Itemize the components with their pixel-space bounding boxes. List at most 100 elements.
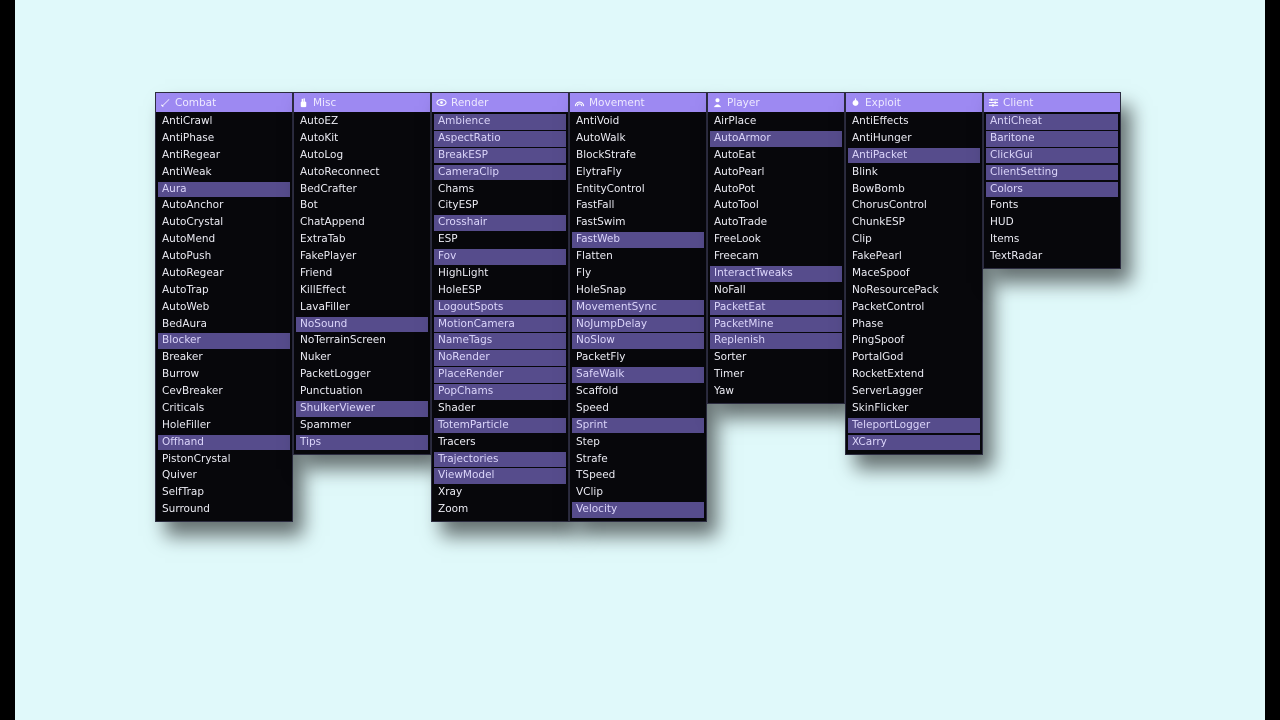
module-holeesp[interactable]: HoleESP bbox=[434, 283, 566, 299]
module-elytrafly[interactable]: ElytraFly bbox=[572, 165, 704, 181]
module-criticals[interactable]: Criticals bbox=[158, 401, 290, 417]
module-spammer[interactable]: Spammer bbox=[296, 418, 428, 434]
module-holefiller[interactable]: HoleFiller bbox=[158, 418, 290, 434]
module-flatten[interactable]: Flatten bbox=[572, 249, 704, 265]
panel-header[interactable]: Movement bbox=[570, 93, 706, 112]
module-punctuation[interactable]: Punctuation bbox=[296, 384, 428, 400]
module-cevbreaker[interactable]: CevBreaker bbox=[158, 384, 290, 400]
module-killeffect[interactable]: KillEffect bbox=[296, 283, 428, 299]
module-fakeplayer[interactable]: FakePlayer bbox=[296, 249, 428, 265]
module-antihunger[interactable]: AntiHunger bbox=[848, 131, 980, 147]
module-strafe[interactable]: Strafe bbox=[572, 452, 704, 468]
module-breaker[interactable]: Breaker bbox=[158, 350, 290, 366]
module-autowalk[interactable]: AutoWalk bbox=[572, 131, 704, 147]
module-autoez[interactable]: AutoEZ bbox=[296, 114, 428, 130]
module-quiver[interactable]: Quiver bbox=[158, 468, 290, 484]
module-placerender[interactable]: PlaceRender bbox=[434, 367, 566, 383]
module-noslow[interactable]: NoSlow bbox=[572, 333, 704, 350]
module-baritone[interactable]: Baritone bbox=[986, 130, 1118, 147]
module-packetfly[interactable]: PacketFly bbox=[572, 350, 704, 366]
module-viewmodel[interactable]: ViewModel bbox=[434, 468, 566, 485]
module-bedaura[interactable]: BedAura bbox=[158, 317, 290, 333]
module-clientsetting[interactable]: ClientSetting bbox=[986, 164, 1118, 181]
module-blocker[interactable]: Blocker bbox=[158, 333, 290, 350]
panel-header[interactable]: Player bbox=[708, 93, 844, 112]
module-xray[interactable]: Xray bbox=[434, 485, 566, 501]
module-breakesp[interactable]: BreakESP bbox=[434, 147, 566, 164]
panel-header[interactable]: Exploit bbox=[846, 93, 982, 112]
module-autoregear[interactable]: AutoRegear bbox=[158, 266, 290, 282]
panel-header[interactable]: Render bbox=[432, 93, 568, 112]
module-sorter[interactable]: Sorter bbox=[710, 350, 842, 366]
module-sprint[interactable]: Sprint bbox=[572, 417, 704, 434]
module-totemparticle[interactable]: TotemParticle bbox=[434, 417, 566, 434]
module-autolog[interactable]: AutoLog bbox=[296, 148, 428, 164]
module-chatappend[interactable]: ChatAppend bbox=[296, 215, 428, 231]
module-aura[interactable]: Aura bbox=[158, 181, 290, 198]
module-step[interactable]: Step bbox=[572, 435, 704, 451]
module-hud[interactable]: HUD bbox=[986, 215, 1118, 231]
module-friend[interactable]: Friend bbox=[296, 266, 428, 282]
module-fonts[interactable]: Fonts bbox=[986, 198, 1118, 214]
module-movementsync[interactable]: MovementSync bbox=[572, 299, 704, 316]
module-antieffects[interactable]: AntiEffects bbox=[848, 114, 980, 130]
module-freelook[interactable]: FreeLook bbox=[710, 232, 842, 248]
module-items[interactable]: Items bbox=[986, 232, 1118, 248]
module-phase[interactable]: Phase bbox=[848, 317, 980, 333]
module-autopearl[interactable]: AutoPearl bbox=[710, 165, 842, 181]
module-pingspoof[interactable]: PingSpoof bbox=[848, 333, 980, 349]
module-fakepearl[interactable]: FakePearl bbox=[848, 249, 980, 265]
module-autoeat[interactable]: AutoEat bbox=[710, 148, 842, 164]
module-nosound[interactable]: NoSound bbox=[296, 316, 428, 333]
module-popchams[interactable]: PopChams bbox=[434, 384, 566, 400]
module-logoutspots[interactable]: LogoutSpots bbox=[434, 299, 566, 316]
module-norender[interactable]: NoRender bbox=[434, 350, 566, 366]
module-autokit[interactable]: AutoKit bbox=[296, 131, 428, 147]
module-packetmine[interactable]: PacketMine bbox=[710, 316, 842, 333]
module-burrow[interactable]: Burrow bbox=[158, 367, 290, 383]
module-nuker[interactable]: Nuker bbox=[296, 350, 428, 366]
module-teleportlogger[interactable]: TeleportLogger bbox=[848, 417, 980, 434]
module-autoanchor[interactable]: AutoAnchor bbox=[158, 198, 290, 214]
module-tracers[interactable]: Tracers bbox=[434, 435, 566, 451]
module-timer[interactable]: Timer bbox=[710, 367, 842, 383]
module-autotool[interactable]: AutoTool bbox=[710, 198, 842, 214]
module-motioncamera[interactable]: MotionCamera bbox=[434, 316, 566, 333]
module-ambience[interactable]: Ambience bbox=[434, 114, 566, 130]
module-selftrap[interactable]: SelfTrap bbox=[158, 485, 290, 501]
module-esp[interactable]: ESP bbox=[434, 232, 566, 248]
module-colors[interactable]: Colors bbox=[986, 181, 1118, 198]
module-fov[interactable]: Fov bbox=[434, 249, 566, 265]
module-fastswim[interactable]: FastSwim bbox=[572, 215, 704, 231]
module-noresourcepack[interactable]: NoResourcePack bbox=[848, 283, 980, 299]
module-packetlogger[interactable]: PacketLogger bbox=[296, 367, 428, 383]
module-textradar[interactable]: TextRadar bbox=[986, 249, 1118, 265]
module-clip[interactable]: Clip bbox=[848, 232, 980, 248]
module-fastfall[interactable]: FastFall bbox=[572, 198, 704, 214]
module-speed[interactable]: Speed bbox=[572, 401, 704, 417]
module-chunkesp[interactable]: ChunkESP bbox=[848, 215, 980, 231]
module-yaw[interactable]: Yaw bbox=[710, 384, 842, 400]
module-lavafiller[interactable]: LavaFiller bbox=[296, 300, 428, 316]
module-automend[interactable]: AutoMend bbox=[158, 232, 290, 248]
module-surround[interactable]: Surround bbox=[158, 502, 290, 518]
module-tspeed[interactable]: TSpeed bbox=[572, 468, 704, 484]
module-xcarry[interactable]: XCarry bbox=[848, 434, 980, 451]
module-shulkerviewer[interactable]: ShulkerViewer bbox=[296, 400, 428, 417]
module-nofall[interactable]: NoFall bbox=[710, 283, 842, 299]
module-choruscontrol[interactable]: ChorusControl bbox=[848, 198, 980, 214]
module-cityesp[interactable]: CityESP bbox=[434, 198, 566, 214]
module-freecam[interactable]: Freecam bbox=[710, 249, 842, 265]
module-replenish[interactable]: Replenish bbox=[710, 333, 842, 350]
module-autoarmor[interactable]: AutoArmor bbox=[710, 130, 842, 147]
panel-header[interactable]: Client bbox=[984, 93, 1120, 112]
module-chams[interactable]: Chams bbox=[434, 182, 566, 198]
module-highlight[interactable]: HighLight bbox=[434, 266, 566, 282]
module-pistoncrystal[interactable]: PistonCrystal bbox=[158, 452, 290, 468]
module-velocity[interactable]: Velocity bbox=[572, 502, 704, 518]
module-antipacket[interactable]: AntiPacket bbox=[848, 147, 980, 164]
panel-header[interactable]: Misc bbox=[294, 93, 430, 112]
module-tips[interactable]: Tips bbox=[296, 434, 428, 451]
module-anticheat[interactable]: AntiCheat bbox=[986, 114, 1118, 130]
module-noterrainscreen[interactable]: NoTerrainScreen bbox=[296, 333, 428, 349]
